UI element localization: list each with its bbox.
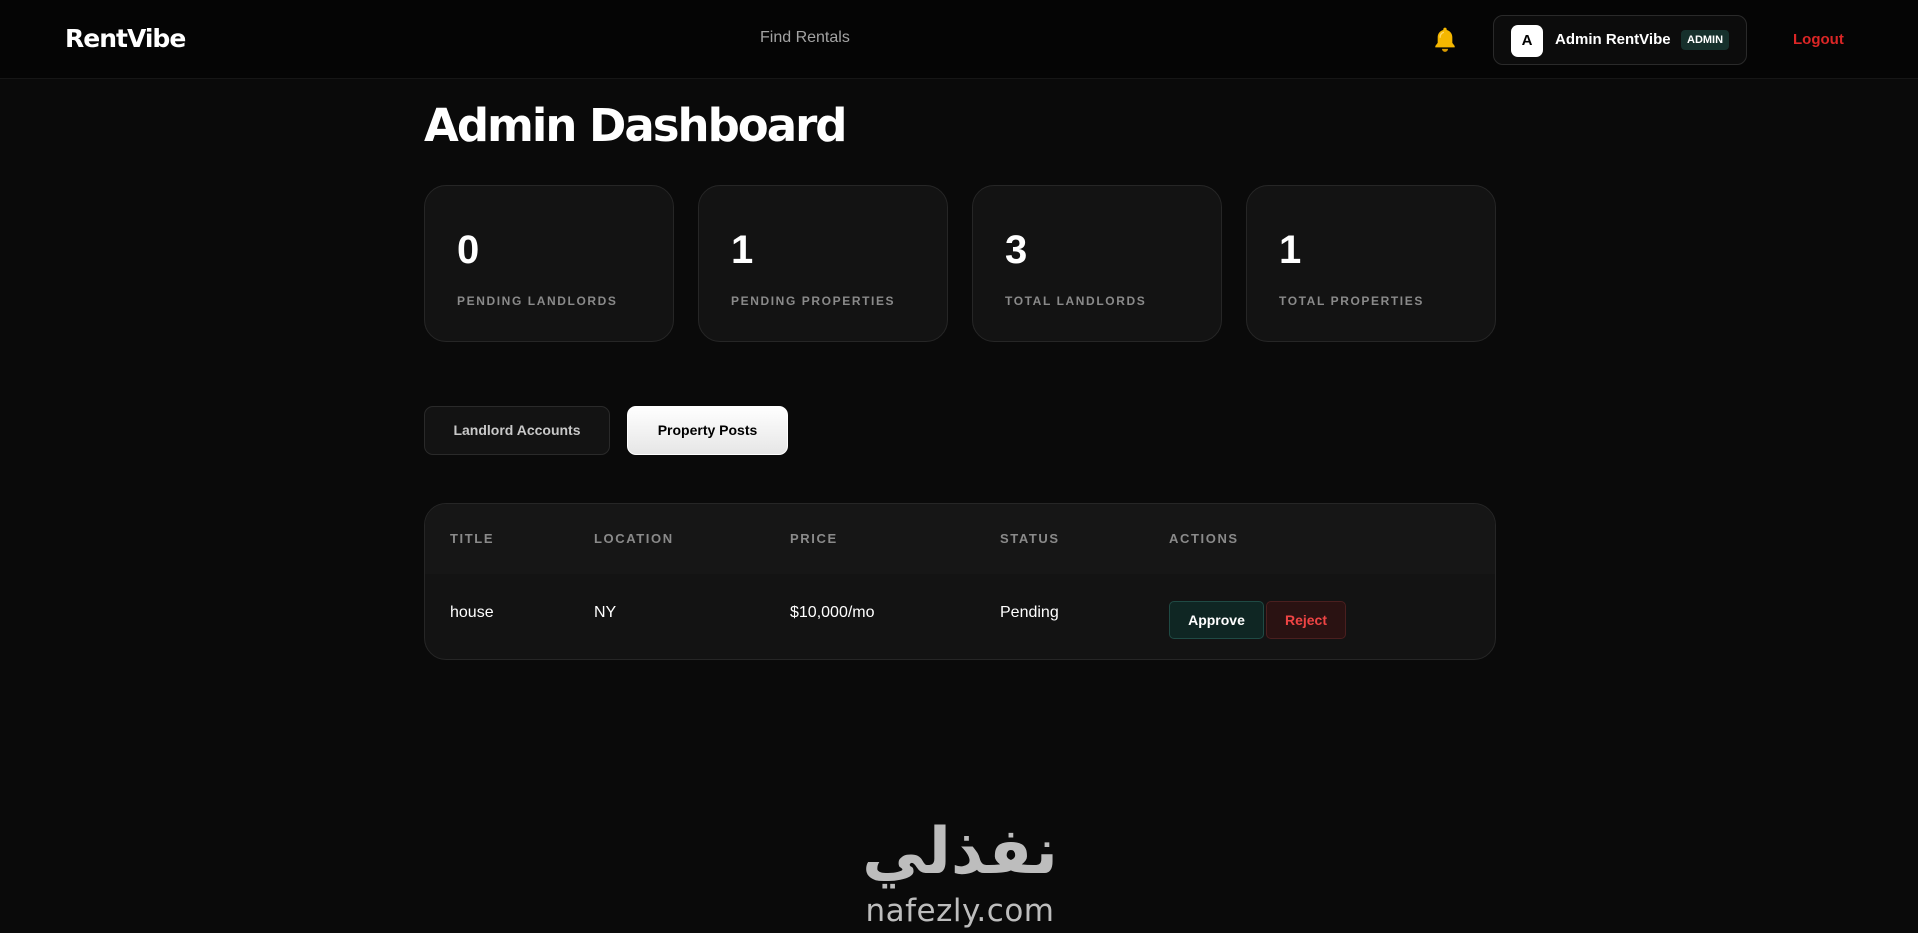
stat-value: 1 — [731, 228, 754, 272]
column-header-location: LOCATION — [594, 531, 674, 546]
role-badge: ADMIN — [1681, 30, 1730, 50]
stat-card-pending-landlords: 0 PENDING LANDLORDS — [424, 185, 674, 342]
watermark-latin: nafezly.com — [865, 893, 1055, 929]
bell-icon[interactable] — [1432, 26, 1458, 54]
stat-label: TOTAL LANDLORDS — [1005, 294, 1147, 308]
watermark-arabic: نفذلي — [862, 815, 1058, 889]
stat-card-total-properties: 1 TOTAL PROPERTIES — [1246, 185, 1496, 342]
user-profile-chip[interactable]: A Admin RentVibe ADMIN — [1493, 15, 1747, 65]
cell-price: $10,000/mo — [790, 604, 875, 621]
tab-landlord-accounts[interactable]: Landlord Accounts — [424, 406, 610, 455]
reject-button[interactable]: Reject — [1266, 601, 1346, 639]
user-name: Admin RentVibe — [1555, 31, 1671, 48]
stat-label: PENDING PROPERTIES — [731, 294, 896, 308]
logout-button[interactable]: Logout — [1793, 31, 1844, 48]
table-header: TITLE LOCATION PRICE STATUS ACTIONS — [425, 504, 1495, 574]
property-posts-table: TITLE LOCATION PRICE STATUS ACTIONS hous… — [424, 503, 1496, 660]
table-row: house NY $10,000/mo Pending Approve Reje… — [425, 574, 1495, 659]
approve-button[interactable]: Approve — [1169, 601, 1264, 639]
top-navbar: RentVibe Find Rentals A Admin RentVibe A… — [0, 0, 1918, 79]
column-header-title: TITLE — [450, 531, 495, 546]
stat-value: 1 — [1279, 228, 1302, 272]
stat-card-pending-properties: 1 PENDING PROPERTIES — [698, 185, 948, 342]
avatar: A — [1511, 25, 1543, 57]
column-header-status: STATUS — [1000, 531, 1060, 546]
stat-card-total-landlords: 3 TOTAL LANDLORDS — [972, 185, 1222, 342]
stat-label: TOTAL PROPERTIES — [1279, 294, 1424, 308]
stat-label: PENDING LANDLORDS — [457, 294, 618, 308]
stat-value: 0 — [457, 228, 480, 272]
column-header-actions: ACTIONS — [1169, 531, 1239, 546]
cell-status: Pending — [1000, 604, 1059, 621]
column-header-price: PRICE — [790, 531, 838, 546]
nav-link-find-rentals[interactable]: Find Rentals — [760, 29, 850, 47]
tab-property-posts[interactable]: Property Posts — [627, 406, 788, 455]
cell-title: house — [450, 604, 494, 621]
brand-logo[interactable]: RentVibe — [65, 24, 186, 53]
cell-location: NY — [594, 604, 617, 621]
page-title: Admin Dashboard — [424, 99, 847, 152]
stat-value: 3 — [1005, 228, 1028, 272]
